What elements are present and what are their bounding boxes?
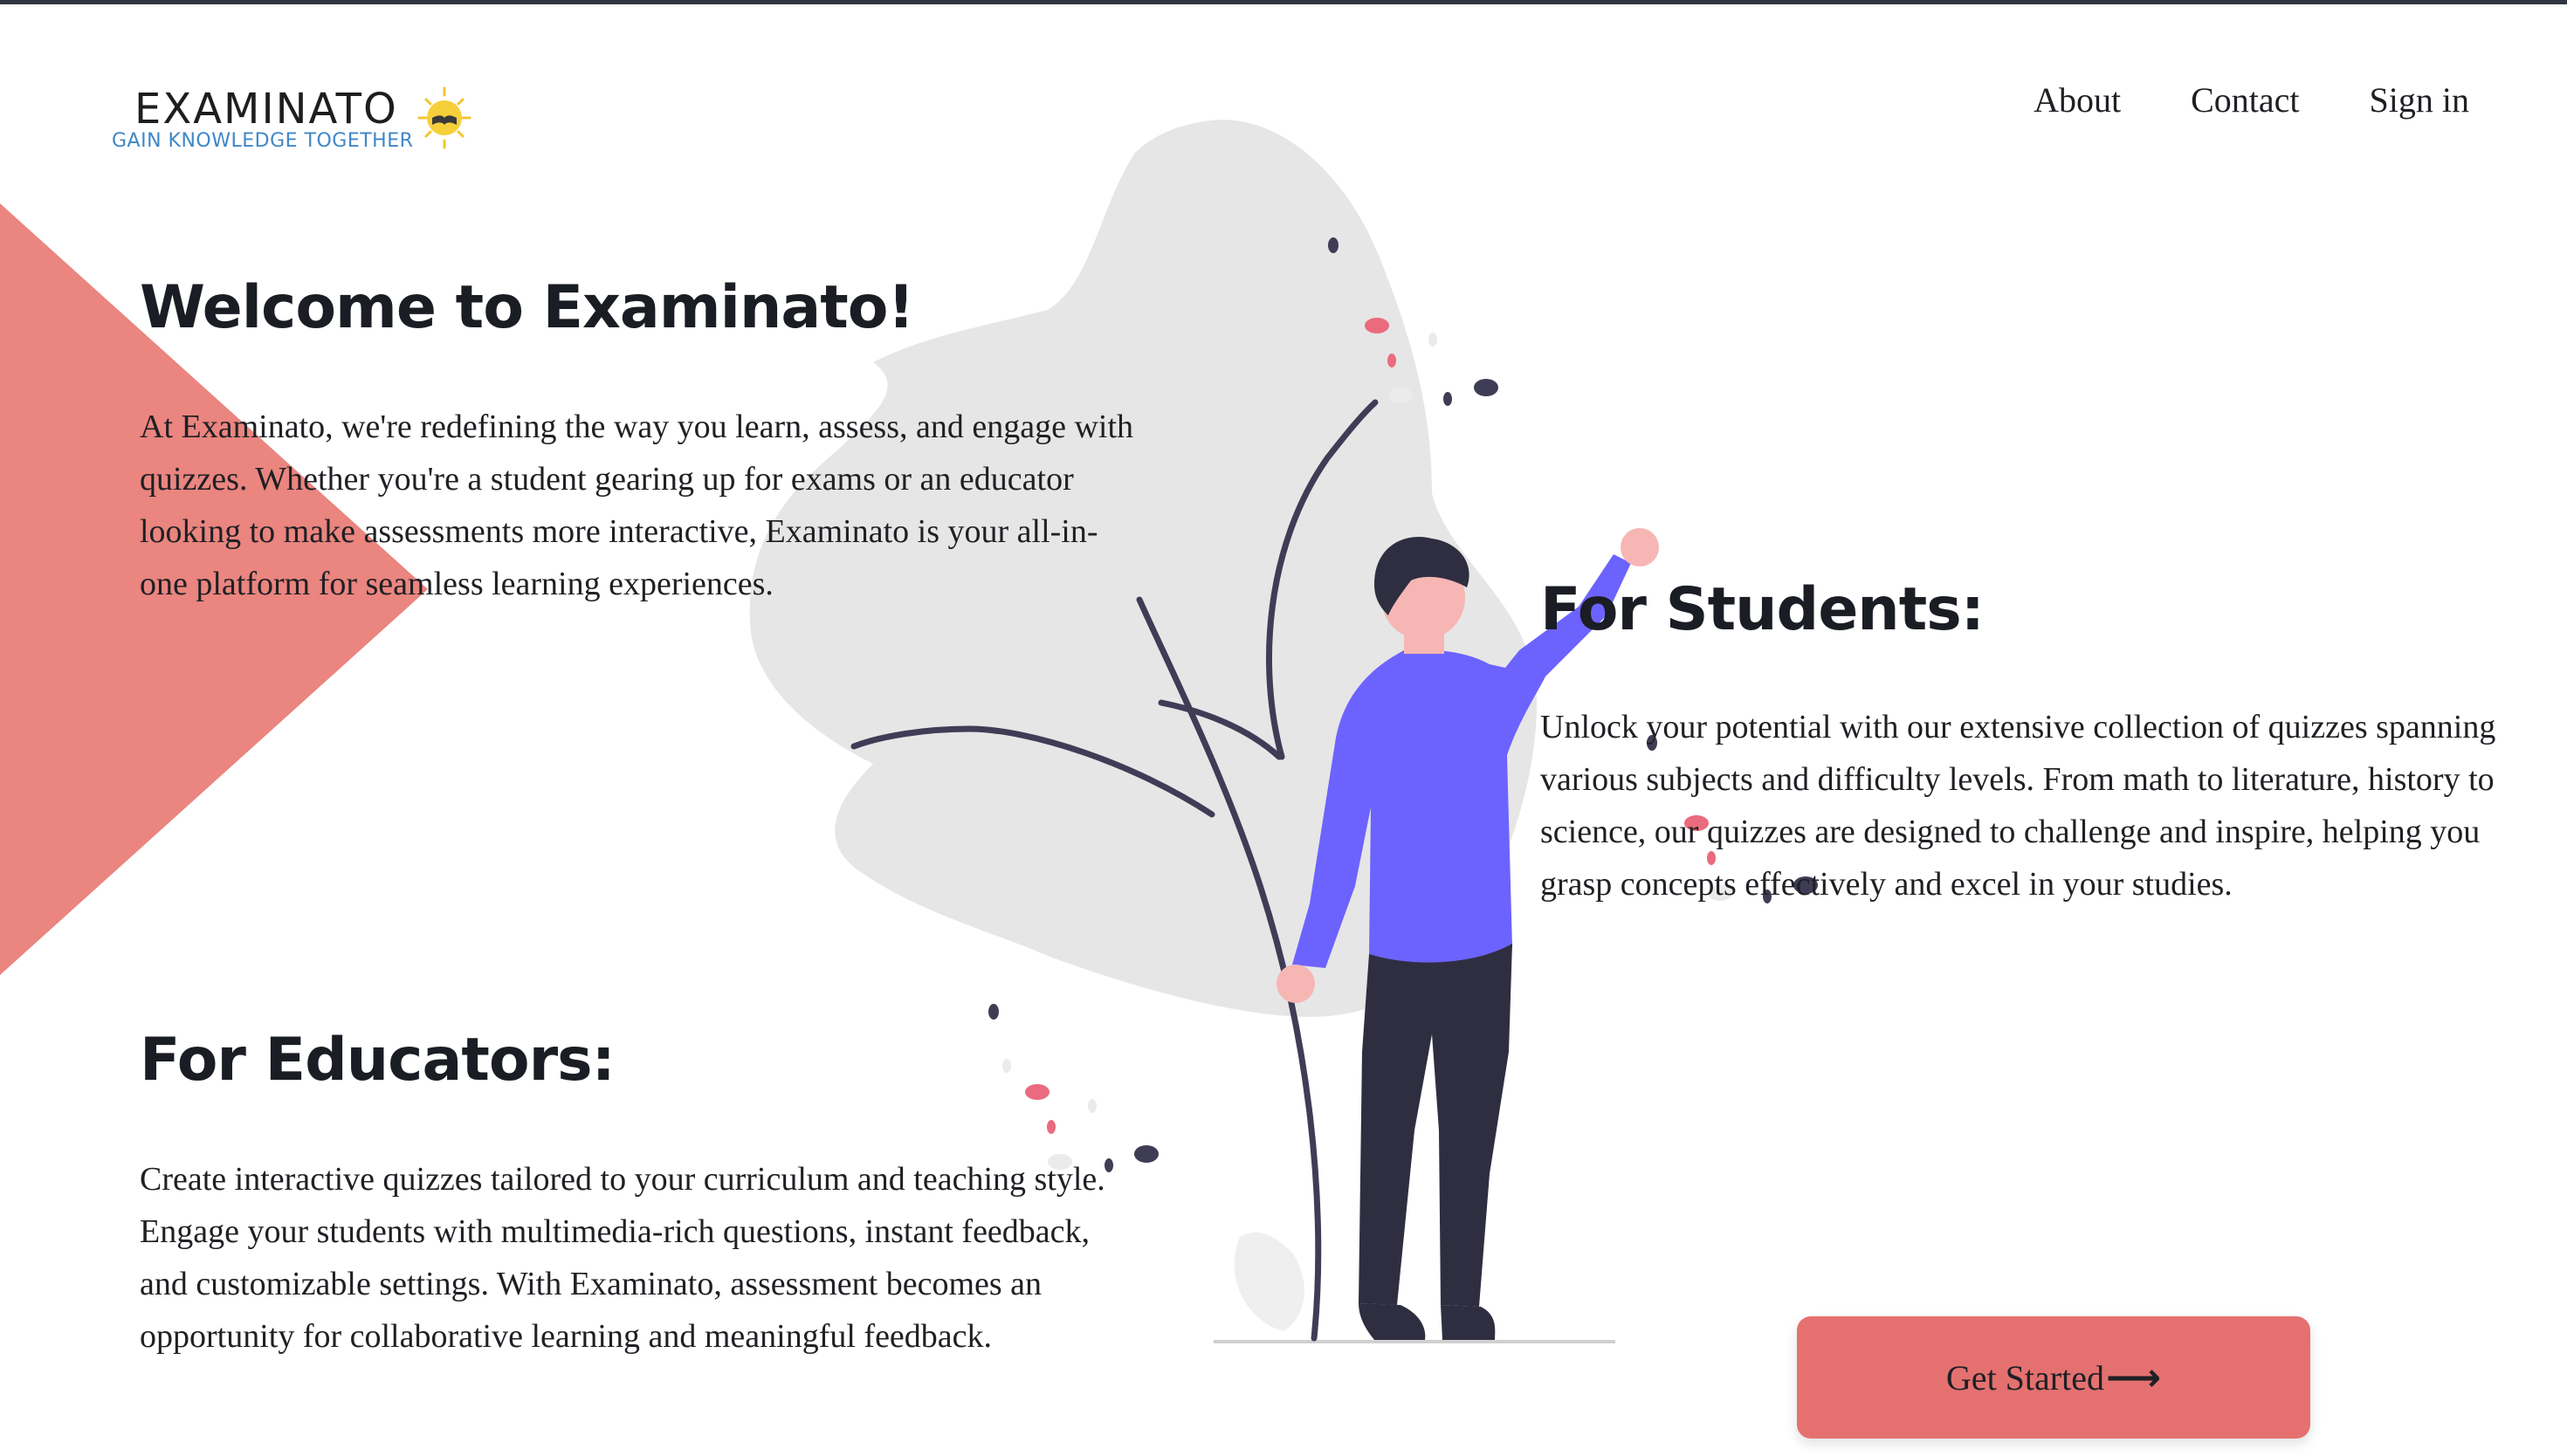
students-title: For Students: — [1540, 575, 1985, 644]
brand-tagline: GAIN KNOWLEDGE TOGETHER — [112, 130, 414, 152]
nav-sign-in-link[interactable]: Sign in — [2370, 79, 2469, 120]
welcome-text: At Examinato, we're redefining the way y… — [140, 409, 1134, 602]
landing-page: EXAMINATO GAIN KNOWLEDGE TOGETHER About … — [0, 4, 2567, 1456]
floating-dots-lower — [988, 1004, 1159, 1172]
small-plant — [1234, 1232, 1304, 1331]
nav-contact-link[interactable]: Contact — [2191, 79, 2299, 120]
sun-book-icon — [417, 86, 471, 149]
arrow-right-icon: ⟶ — [2105, 1355, 2162, 1400]
get-started-button[interactable]: Get Started ⟶ — [1797, 1316, 2310, 1439]
welcome-title: Welcome to Examinato! — [140, 273, 914, 342]
brand-logo[interactable]: EXAMINATO GAIN KNOWLEDGE TOGETHER — [110, 85, 477, 163]
nav-about-link[interactable]: About — [2034, 79, 2121, 120]
get-started-label: Get Started — [1945, 1357, 2104, 1398]
educators-title: For Educators: — [140, 1026, 616, 1095]
students-text: Unlock your potential with our extensive… — [1540, 709, 2496, 903]
educators-text: Create interactive quizzes tailored to y… — [140, 1161, 1105, 1355]
brand-name: EXAMINATO — [134, 85, 398, 134]
top-nav: About Contact Sign in — [2034, 79, 2469, 120]
